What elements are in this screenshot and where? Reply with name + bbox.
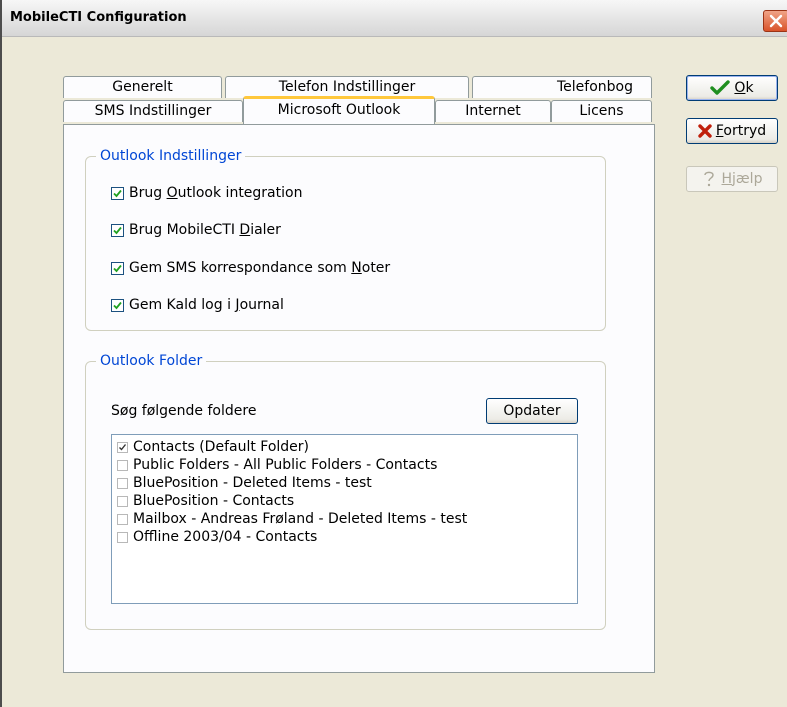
option-outlook-integration[interactable]: Brug Outlook integration [111, 183, 302, 203]
checkmark-icon [710, 80, 731, 95]
search-folders-label: Søg følgende foldere [111, 403, 257, 419]
title-bar[interactable]: MobileCTI Configuration [2, 0, 787, 37]
option-label: Gem SMS korrespondance som Noter [129, 260, 391, 276]
checkbox[interactable] [111, 186, 124, 200]
option-mobilecti-dialer[interactable]: Brug MobileCTI Dialer [111, 220, 281, 240]
checkbox[interactable] [111, 261, 124, 275]
option-label: Gem Kald log i Journal [129, 297, 284, 313]
ok-button[interactable]: Ok [686, 75, 778, 101]
checkbox[interactable] [117, 459, 128, 471]
help-icon [703, 171, 714, 187]
update-button[interactable]: Opdater [486, 398, 578, 424]
tab-telefonbog[interactable]: Telefonbog [472, 76, 652, 98]
group-title: Outlook Indstillinger [96, 147, 246, 165]
option-label: Brug Outlook integration [129, 185, 303, 201]
list-item[interactable]: BluePosition - Contacts [117, 492, 294, 510]
checkmark-icon [113, 301, 122, 309]
button-label: Hjælp [721, 171, 763, 187]
list-item[interactable]: BluePosition - Deleted Items - test [117, 474, 372, 492]
tab-microsoft-outlook[interactable]: Microsoft Outlook [243, 96, 435, 124]
list-item[interactable]: Offline 2003/04 - Contacts [117, 528, 317, 546]
tab-licens[interactable]: Licens [551, 100, 652, 122]
tab-label: SMS Indstillinger [94, 103, 212, 119]
checkbox[interactable] [117, 495, 128, 507]
tab-generelt[interactable]: Generelt [63, 76, 222, 98]
checkmark-icon [113, 189, 122, 197]
configuration-window: MobileCTI Configuration Generelt Telefon… [0, 0, 787, 707]
folder-label: Contacts (Default Folder) [133, 439, 310, 455]
checkbox[interactable] [117, 441, 128, 453]
cancel-button[interactable]: Fortryd [686, 118, 778, 144]
checkmark-icon [119, 443, 127, 451]
checkmark-icon [113, 264, 122, 272]
tab-internet[interactable]: Internet [435, 100, 551, 122]
checkbox[interactable] [111, 298, 124, 312]
close-button[interactable] [763, 10, 787, 32]
button-label: Opdater [503, 403, 561, 419]
tab-label: Telefonbog [557, 79, 633, 95]
option-label: Brug MobileCTI Dialer [129, 222, 281, 238]
tab-label: Internet [465, 103, 521, 119]
window-title: MobileCTI Configuration [10, 10, 187, 25]
folder-label: BluePosition - Contacts [133, 493, 295, 509]
tab-telefon-indstillinger[interactable]: Telefon Indstillinger [225, 76, 469, 98]
folder-label: Mailbox - Andreas Frøland - Deleted Item… [133, 511, 468, 527]
checkbox[interactable] [111, 223, 124, 237]
checkmark-icon [113, 226, 122, 234]
checkbox[interactable] [117, 513, 128, 525]
list-item[interactable]: Public Folders - All Public Folders - Co… [117, 456, 437, 474]
button-label: Ok [734, 80, 754, 96]
list-item[interactable]: Mailbox - Andreas Frøland - Deleted Item… [117, 510, 467, 528]
folder-label: Offline 2003/04 - Contacts [133, 529, 318, 545]
tab-label: Licens [579, 103, 624, 119]
checkbox[interactable] [117, 477, 128, 489]
group-title: Outlook Folder [96, 352, 207, 370]
help-button[interactable]: Hjælp [686, 166, 778, 192]
tab-label: Telefon Indstillinger [278, 79, 416, 95]
cross-icon [698, 124, 712, 138]
folder-list[interactable]: Contacts (Default Folder) Public Folders… [111, 434, 578, 604]
tab-label: Microsoft Outlook [277, 102, 401, 118]
tab-label: Generelt [112, 79, 173, 95]
option-sms-notes[interactable]: Gem SMS korrespondance som Noter [111, 258, 390, 278]
checkbox[interactable] [117, 531, 128, 543]
list-item[interactable]: Contacts (Default Folder) [117, 438, 309, 456]
tab-sms-indstillinger[interactable]: SMS Indstillinger [63, 100, 243, 122]
option-call-log-journal[interactable]: Gem Kald log i Journal [111, 295, 284, 315]
folder-label: Public Folders - All Public Folders - Co… [133, 457, 438, 473]
close-icon [769, 14, 783, 28]
folder-label: BluePosition - Deleted Items - test [133, 475, 372, 491]
button-label: Fortryd [715, 123, 767, 139]
